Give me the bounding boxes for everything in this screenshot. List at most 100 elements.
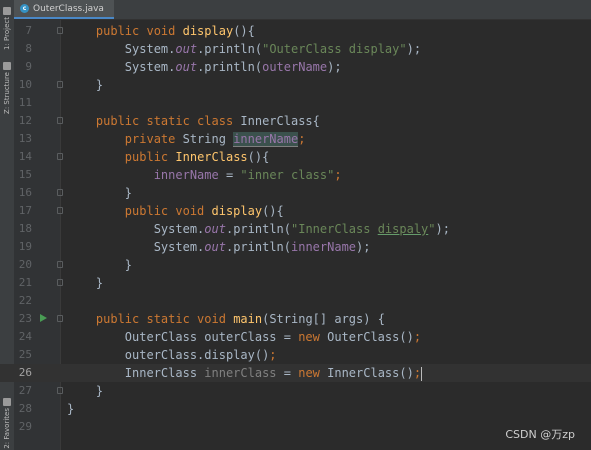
fold-marker-icon[interactable] [57, 81, 63, 88]
line-number[interactable]: 7 [14, 22, 32, 40]
code-line-24[interactable]: 24 OuterClass outerClass = new OuterClas… [0, 328, 591, 346]
fold-marker-icon[interactable] [57, 261, 63, 268]
folder-icon [3, 6, 11, 15]
code-line-28[interactable]: 28} [0, 400, 591, 418]
text-caret [421, 366, 423, 381]
code-text: innerName = "inner class"; [67, 166, 342, 184]
code-text: InnerClass innerClass = new InnerClass()… [67, 364, 423, 382]
code-token: (){ [262, 204, 284, 218]
line-number[interactable]: 28 [14, 400, 32, 418]
code-line-13[interactable]: 13 private String innerName; [0, 130, 591, 148]
code-text: } [67, 76, 103, 94]
line-number[interactable]: 26 [14, 364, 32, 382]
code-line-22[interactable]: 22 [0, 292, 591, 310]
editor-tab-bar: c OuterClass.java [14, 0, 591, 20]
line-number[interactable]: 21 [14, 274, 32, 292]
fold-marker-icon[interactable] [57, 315, 63, 322]
code-token: } [95, 78, 104, 92]
fold-marker-icon[interactable] [57, 27, 63, 34]
code-line-11[interactable]: 11 [0, 94, 591, 112]
code-line-9[interactable]: 9 System.out.println(outerName); [0, 58, 591, 76]
line-number[interactable]: 9 [14, 58, 32, 76]
code-token: "InnerClass [291, 222, 378, 236]
code-token: " [428, 222, 436, 236]
code-token: InnerClass [95, 366, 205, 380]
code-token: = [218, 168, 241, 182]
run-icon[interactable] [40, 314, 47, 322]
code-token: public static class [95, 114, 241, 128]
line-number[interactable]: 29 [14, 418, 32, 436]
line-number[interactable]: 13 [14, 130, 32, 148]
code-token: innerName [233, 132, 299, 147]
code-token: new [298, 330, 328, 344]
code-token: public [95, 150, 176, 164]
fold-marker-icon[interactable] [57, 279, 63, 286]
code-line-14[interactable]: 14 public InnerClass(){ [0, 148, 591, 166]
code-text: } [67, 382, 103, 400]
fold-marker-icon[interactable] [57, 117, 63, 124]
code-text: System.out.println("OuterClass display")… [67, 40, 421, 58]
code-text: } [67, 400, 74, 418]
code-token: display [182, 24, 234, 38]
line-number[interactable]: 24 [14, 328, 32, 346]
code-line-19[interactable]: 19 System.out.println(innerName); [0, 238, 591, 256]
code-line-29[interactable]: 29 [0, 418, 591, 436]
code-token: ; [269, 348, 277, 362]
code-line-23[interactable]: 23 public static void main(String[] args… [0, 310, 591, 328]
code-line-15[interactable]: 15 innerName = "inner class"; [0, 166, 591, 184]
code-token: ); [435, 222, 450, 236]
line-number[interactable]: 22 [14, 292, 32, 310]
tab-outerclass-java[interactable]: c OuterClass.java [14, 0, 114, 19]
code-token: innerName [291, 240, 357, 254]
code-line-26[interactable]: 26 InnerClass innerClass = new InnerClas… [0, 364, 591, 382]
line-number[interactable]: 12 [14, 112, 32, 130]
line-number[interactable]: 10 [14, 76, 32, 94]
code-token: innerName [95, 168, 219, 182]
code-line-16[interactable]: 16 } [0, 184, 591, 202]
line-number[interactable]: 18 [14, 220, 32, 238]
code-line-18[interactable]: 18 System.out.println("InnerClass dispal… [0, 220, 591, 238]
code-token: InnerClass{ [240, 114, 320, 128]
code-token: String [182, 132, 234, 146]
code-token: outerClass.display() [95, 348, 270, 362]
line-number[interactable]: 27 [14, 382, 32, 400]
line-number[interactable]: 23 [14, 310, 32, 328]
code-line-17[interactable]: 17 public void display(){ [0, 202, 591, 220]
code-line-7[interactable]: 7 public void display(){ [0, 22, 591, 40]
code-text: OuterClass outerClass = new OuterClass()… [67, 328, 421, 346]
line-number[interactable]: 16 [14, 184, 32, 202]
code-token: out [175, 60, 198, 74]
line-number[interactable]: 8 [14, 40, 32, 58]
code-line-12[interactable]: 12 public static class InnerClass{ [0, 112, 591, 130]
code-line-10[interactable]: 10 } [0, 76, 591, 94]
code-line-8[interactable]: 8 System.out.println("OuterClass display… [0, 40, 591, 58]
fold-marker-icon[interactable] [57, 153, 63, 160]
code-token: ; [298, 132, 306, 146]
line-number[interactable]: 11 [14, 94, 32, 112]
code-text: } [67, 256, 132, 274]
code-token: outerName [262, 60, 328, 74]
code-text: private String innerName; [67, 130, 305, 148]
fold-marker-icon[interactable] [57, 189, 63, 196]
code-line-27[interactable]: 27 } [0, 382, 591, 400]
code-token: ; [334, 168, 342, 182]
line-number[interactable]: 15 [14, 166, 32, 184]
line-number[interactable]: 20 [14, 256, 32, 274]
fold-marker-icon[interactable] [57, 207, 63, 214]
code-line-21[interactable]: 21 } [0, 274, 591, 292]
line-number[interactable]: 19 [14, 238, 32, 256]
code-line-25[interactable]: 25 outerClass.display(); [0, 346, 591, 364]
code-token: public void [95, 204, 212, 218]
code-line-20[interactable]: 20 } [0, 256, 591, 274]
code-editor[interactable]: 7 public void display(){8 System.out.pri… [0, 20, 591, 450]
line-number[interactable]: 17 [14, 202, 32, 220]
line-number[interactable]: 25 [14, 346, 32, 364]
code-token: InnerClass [175, 150, 248, 164]
code-text: public static class InnerClass{ [67, 112, 320, 130]
code-token: innerClass [204, 366, 277, 380]
fold-marker-icon[interactable] [57, 387, 63, 394]
code-token: OuterClass() [327, 330, 414, 344]
code-token: ; [413, 366, 422, 380]
code-token: public static void [95, 312, 234, 326]
line-number[interactable]: 14 [14, 148, 32, 166]
